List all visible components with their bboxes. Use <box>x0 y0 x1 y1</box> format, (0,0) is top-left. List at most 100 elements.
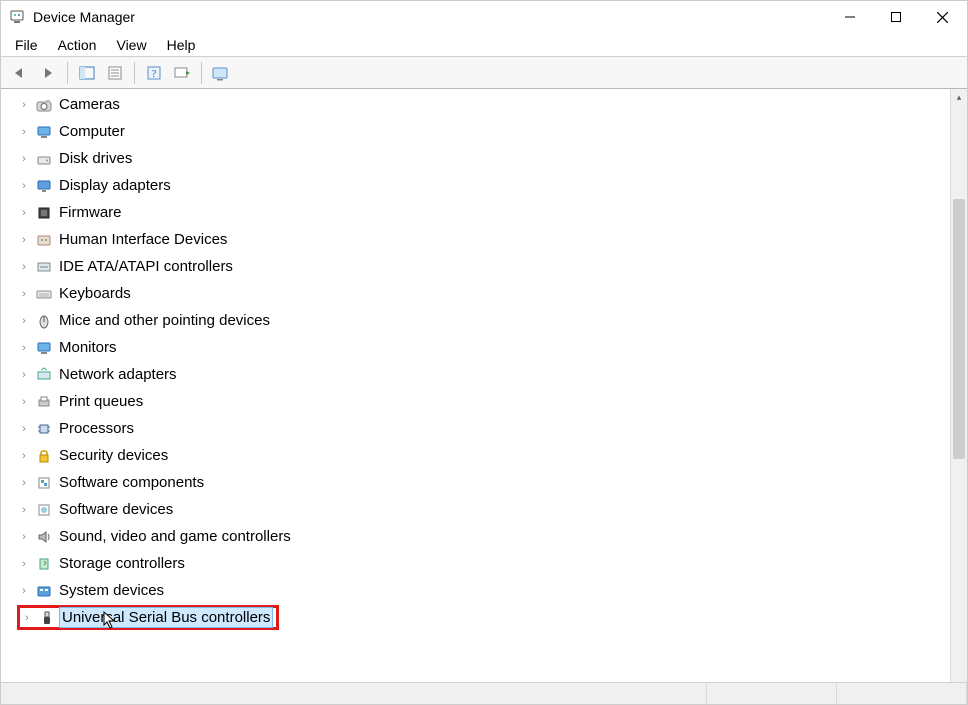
tree-node[interactable]: › IDE ATA/ATAPI controllers <box>17 253 950 280</box>
tree-node-label: Sound, video and game controllers <box>57 527 293 546</box>
expand-chevron-icon[interactable]: › <box>17 315 31 327</box>
expand-chevron-icon[interactable]: › <box>17 585 31 597</box>
tree-node-label: IDE ATA/ATAPI controllers <box>57 257 235 276</box>
display-icon <box>35 177 53 195</box>
system-icon <box>35 582 53 600</box>
status-pane <box>837 683 967 704</box>
expand-chevron-icon[interactable]: › <box>17 477 31 489</box>
help-button[interactable]: ? <box>141 60 167 86</box>
expand-chevron-icon[interactable]: › <box>17 504 31 516</box>
scroll-up-arrow[interactable]: ▴ <box>951 89 967 106</box>
expand-chevron-icon[interactable]: › <box>17 531 31 543</box>
close-button[interactable] <box>919 2 965 32</box>
expand-chevron-icon[interactable]: › <box>17 234 31 246</box>
tree-node[interactable]: › Software devices <box>17 496 950 523</box>
update-driver-button[interactable] <box>208 60 234 86</box>
window-controls <box>827 2 965 32</box>
properties-button[interactable] <box>102 60 128 86</box>
expand-chevron-icon[interactable]: › <box>17 396 31 408</box>
expand-chevron-icon[interactable]: › <box>17 99 31 111</box>
tree-node[interactable]: › Firmware <box>17 199 950 226</box>
keyboard-icon <box>35 285 53 303</box>
menu-action[interactable]: Action <box>48 35 107 55</box>
tree-node[interactable]: ›Print queues <box>17 388 950 415</box>
app-icon <box>9 9 25 25</box>
expand-chevron-icon[interactable]: › <box>17 288 31 300</box>
monitor-icon <box>35 339 53 357</box>
tree-node-label: Computer <box>57 122 127 141</box>
menu-label: View <box>116 37 146 53</box>
tree-node[interactable]: ›Display adapters <box>17 172 950 199</box>
toolbar-separator <box>134 62 135 84</box>
vertical-scrollbar[interactable]: ▴ <box>950 89 967 682</box>
tree-node[interactable]: ›Monitors <box>17 334 950 361</box>
expand-chevron-icon[interactable]: › <box>17 342 31 354</box>
tree-node[interactable]: ›Human Interface Devices <box>17 226 950 253</box>
menu-view[interactable]: View <box>106 35 156 55</box>
tree-node[interactable]: › Keyboards <box>17 280 950 307</box>
network-icon <box>35 366 53 384</box>
camera-icon <box>35 96 53 114</box>
tree-node-label: Software devices <box>57 500 175 519</box>
menubar: File Action View Help <box>1 33 967 57</box>
storage-icon <box>35 555 53 573</box>
sound-icon <box>35 528 53 546</box>
statusbar <box>1 682 967 704</box>
tree-node[interactable]: ›Universal Serial Bus controllers <box>17 604 950 631</box>
expand-chevron-icon[interactable]: › <box>17 126 31 138</box>
back-button[interactable] <box>7 60 33 86</box>
tree-node-label: Cameras <box>57 95 122 114</box>
expand-chevron-icon[interactable]: › <box>17 180 31 192</box>
tree-node[interactable]: › Software components <box>17 469 950 496</box>
toolbar-separator <box>201 62 202 84</box>
tree-node[interactable]: ›Processors <box>17 415 950 442</box>
tree-node[interactable]: ›Security devices <box>17 442 950 469</box>
cpu-icon <box>35 420 53 438</box>
tree-node[interactable]: › Computer <box>17 118 950 145</box>
tree-node-label: Disk drives <box>57 149 134 168</box>
ide-icon <box>35 258 53 276</box>
tree-node-label: Software components <box>57 473 206 492</box>
window-title: Device Manager <box>33 9 827 25</box>
toolbar: ? <box>1 57 967 89</box>
expand-chevron-icon[interactable]: › <box>17 423 31 435</box>
menu-file[interactable]: File <box>5 35 48 55</box>
expand-chevron-icon[interactable]: › <box>17 369 31 381</box>
toolbar-separator <box>67 62 68 84</box>
tree-node[interactable]: ›Mice and other pointing devices <box>17 307 950 334</box>
forward-button[interactable] <box>35 60 61 86</box>
scan-hardware-button[interactable] <box>169 60 195 86</box>
swcomp-icon <box>35 474 53 492</box>
tree-node[interactable]: › Sound, video and game controllers <box>17 523 950 550</box>
tree-node-label: System devices <box>57 581 166 600</box>
tree-node[interactable]: › Cameras <box>17 91 950 118</box>
minimize-button[interactable] <box>827 2 873 32</box>
content-area: › Cameras › Computer › Disk drives ›Display ad… <box>1 89 967 682</box>
scroll-thumb[interactable] <box>953 199 965 459</box>
expand-chevron-icon[interactable]: › <box>20 612 34 624</box>
expand-chevron-icon[interactable]: › <box>17 207 31 219</box>
mouse-cursor-icon <box>103 611 117 633</box>
printer-icon <box>35 393 53 411</box>
menu-label: Action <box>58 37 97 53</box>
firmware-icon <box>35 204 53 222</box>
show-hide-console-tree-button[interactable] <box>74 60 100 86</box>
tree-node[interactable]: › Disk drives <box>17 145 950 172</box>
expand-chevron-icon[interactable]: › <box>17 558 31 570</box>
menu-label: Help <box>167 37 196 53</box>
tree-node[interactable]: › Storage controllers <box>17 550 950 577</box>
expand-chevron-icon[interactable]: › <box>17 153 31 165</box>
computer-icon <box>35 123 53 141</box>
expand-chevron-icon[interactable]: › <box>17 261 31 273</box>
usb-icon <box>38 609 56 627</box>
tree-node[interactable]: › System devices <box>17 577 950 604</box>
device-tree[interactable]: › Cameras › Computer › Disk drives ›Display ad… <box>1 89 950 682</box>
maximize-button[interactable] <box>873 2 919 32</box>
hid-icon <box>35 231 53 249</box>
tree-node-label: Storage controllers <box>57 554 187 573</box>
expand-chevron-icon[interactable]: › <box>17 450 31 462</box>
tree-node[interactable]: ›Network adapters <box>17 361 950 388</box>
tree-node-label: Keyboards <box>57 284 133 303</box>
tree-node-label: Firmware <box>57 203 124 222</box>
menu-help[interactable]: Help <box>157 35 206 55</box>
